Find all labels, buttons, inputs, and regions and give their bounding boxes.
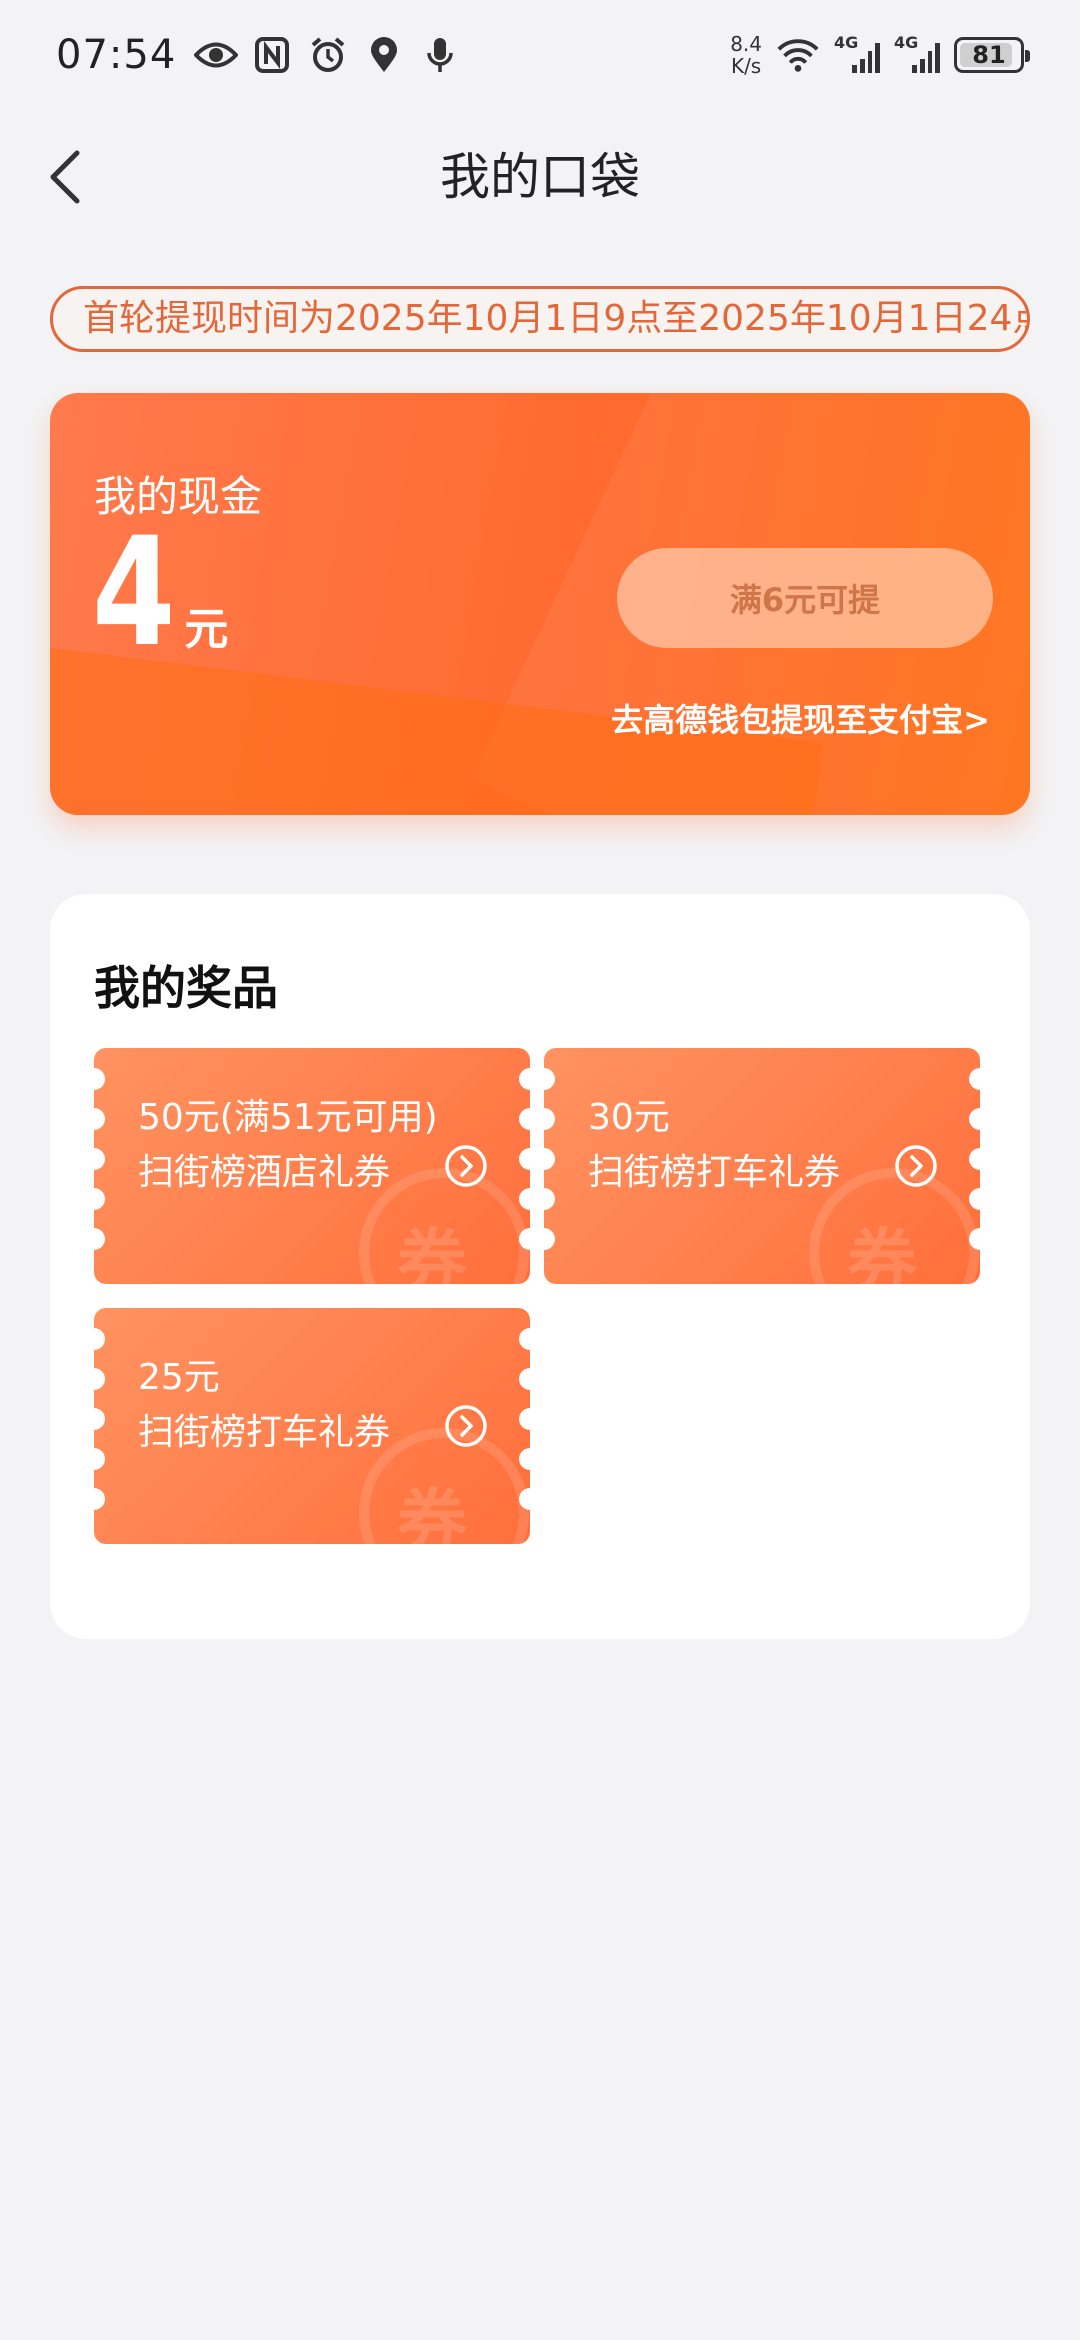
signal2-label: 4G xyxy=(894,33,919,52)
eye-icon xyxy=(194,33,239,77)
chevron-right-circle-icon[interactable] xyxy=(894,1144,938,1188)
nfc-icon xyxy=(250,33,294,77)
prizes-card: 我的奖品 券 50元(满51元可用) 扫街榜酒店礼券 券 30元 扫街榜打车礼券… xyxy=(50,894,1030,1639)
coupon-value: 50元(满51元可用) xyxy=(138,1097,438,1138)
withdraw-button[interactable]: 满6元可提 xyxy=(617,548,993,648)
status-time: 07:54 xyxy=(56,32,177,78)
battery-level: 81 xyxy=(972,41,1006,69)
coupon-name: 扫街榜打车礼券 xyxy=(138,1412,391,1453)
notice-banner: 首轮提现时间为2025年10月1日9点至2025年10月1日24点 xyxy=(50,286,1030,352)
signal1-label: 4G xyxy=(834,33,859,52)
status-bar: 07:54 8.4 K/s 4G 4G 81 xyxy=(0,0,1080,110)
coupon-value: 30元 xyxy=(588,1097,670,1138)
nav-bar: 我的口袋 xyxy=(0,120,1080,230)
coupon-card[interactable]: 券 30元 扫街榜打车礼券 xyxy=(544,1048,980,1284)
cash-amount: 4 元 xyxy=(92,506,229,680)
chevron-right-circle-icon[interactable] xyxy=(444,1404,488,1448)
cash-amount-value: 4 xyxy=(92,506,176,680)
wifi-icon xyxy=(776,33,820,77)
coupon-value: 25元 xyxy=(138,1357,220,1398)
cash-amount-unit: 元 xyxy=(184,604,229,655)
wallet-withdraw-link[interactable]: 去高德钱包提现至支付宝> xyxy=(611,695,990,741)
cash-card: 我的现金 4 元 满6元可提 去高德钱包提现至支付宝> xyxy=(50,393,1030,815)
signal-icon-2: 4G xyxy=(894,33,940,73)
coupon-card[interactable]: 券 50元(满51元可用) 扫街榜酒店礼券 xyxy=(94,1048,530,1284)
prizes-title: 我的奖品 xyxy=(94,961,278,1015)
notice-text: 首轮提现时间为2025年10月1日9点至2025年10月1日24点 xyxy=(83,298,1030,339)
status-left: 07:54 xyxy=(56,32,462,78)
net-speed-value: 8.4 xyxy=(730,32,762,56)
signal-icon: 4G xyxy=(834,33,880,73)
net-speed-unit: K/s xyxy=(730,54,762,78)
coupon-card[interactable]: 券 25元 扫街榜打车礼券 xyxy=(94,1308,530,1544)
net-speed: 8.4 K/s xyxy=(730,33,762,77)
battery-icon: 81 xyxy=(954,37,1030,73)
location-icon xyxy=(362,33,406,77)
alarm-icon xyxy=(306,33,350,77)
chevron-right-circle-icon[interactable] xyxy=(444,1144,488,1188)
mic-icon xyxy=(418,33,462,77)
coupon-name: 扫街榜酒店礼券 xyxy=(138,1152,391,1193)
page-title: 我的口袋 xyxy=(440,148,640,206)
status-right: 8.4 K/s 4G 4G 81 xyxy=(730,33,1030,77)
coupon-name: 扫街榜打车礼券 xyxy=(588,1152,841,1193)
